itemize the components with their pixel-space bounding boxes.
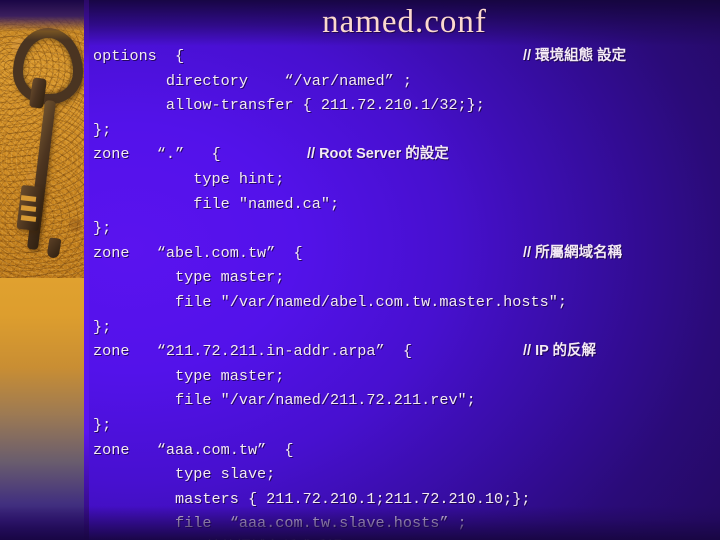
code-line-text: options { <box>93 47 185 65</box>
code-line-text: }; <box>93 317 112 336</box>
code-line: type master; <box>93 364 720 389</box>
code-line: type master; <box>93 265 720 290</box>
key-photo-panel <box>0 0 89 540</box>
code-line: zone “aaa.com.tw” { <box>93 438 720 463</box>
code-line-text: file “aaa.com.tw.slave.hosts” ; <box>93 514 467 533</box>
code-line: type slave; <box>93 462 720 487</box>
panel-top-fade <box>0 0 89 40</box>
code-line-text: }; <box>93 120 112 139</box>
code-line-text: }; <box>93 219 112 238</box>
code-line: file "/var/named/abel.com.tw.master.host… <box>93 290 720 315</box>
code-line: }; 以下…. 其他網域名稱或反解… <box>93 536 720 540</box>
code-line-comment: // IP 的反解 <box>523 343 597 360</box>
code-line-text: directory “/var/named” ; <box>93 71 412 90</box>
code-line-text: file "/var/named/abel.com.tw.master.host… <box>93 292 567 311</box>
code-line-text: zone “211.72.211.in-addr.arpa” { <box>93 342 412 361</box>
code-line-text: zone “abel.com.tw” { <box>93 243 303 262</box>
code-line-comment: // Root Server 的設定 <box>307 146 449 163</box>
page-title: named.conf <box>322 4 487 40</box>
code-line-text: file "/var/named/211.72.211.rev"; <box>93 391 476 410</box>
code-line: allow-transfer { 211.72.210.1/32;}; <box>93 93 720 118</box>
code-line-text: allow-transfer { 211.72.210.1/32;}; <box>93 96 485 115</box>
code-line-text: file "named.ca"; <box>93 194 340 213</box>
code-line-text: type master; <box>93 268 285 287</box>
code-line: }; <box>93 413 720 438</box>
code-line: }; <box>93 216 720 241</box>
code-block: options { // 環境組態 設定 directory “/var/name… <box>93 44 720 540</box>
code-line-text: zone “aaa.com.tw” { <box>93 440 294 459</box>
code-line-text: zone “.” { <box>93 145 221 164</box>
code-line: zone “211.72.211.in-addr.arpa” { // IP 的反… <box>93 339 720 364</box>
code-line-text: type hint; <box>93 169 285 188</box>
code-line: options { // 環境組態 設定 <box>93 44 720 69</box>
code-line: }; <box>93 315 720 340</box>
panel-edge-seam <box>84 0 89 540</box>
code-line-text: masters { 211.72.210.1;211.72.210.10;}; <box>93 489 531 508</box>
code-line: }; <box>93 118 720 143</box>
slide: named.conf options { // 環境組態 設定 directory… <box>0 0 720 540</box>
code-line-text: }; <box>93 415 112 434</box>
code-line-text: type master; <box>93 366 285 385</box>
code-line: file "named.ca"; <box>93 192 720 217</box>
code-line: type hint; <box>93 167 720 192</box>
code-line: masters { 211.72.210.1;211.72.210.10;}; <box>93 487 720 512</box>
code-line-comment: // 環境組態 設定 <box>523 48 627 64</box>
code-line: file “aaa.com.tw.slave.hosts” ; <box>93 511 720 536</box>
code-line-comment: // 所屬網域名稱 <box>523 244 623 261</box>
code-line: directory “/var/named” ; <box>93 69 720 94</box>
code-line: zone “.” { // Root Server 的設定 <box>93 142 720 167</box>
code-line: zone “abel.com.tw” { // 所屬網域名稱 <box>93 241 720 266</box>
code-line-text: type slave; <box>93 465 276 484</box>
code-line: file "/var/named/211.72.211.rev"; <box>93 388 720 413</box>
panel-gradient-fade <box>0 278 89 540</box>
